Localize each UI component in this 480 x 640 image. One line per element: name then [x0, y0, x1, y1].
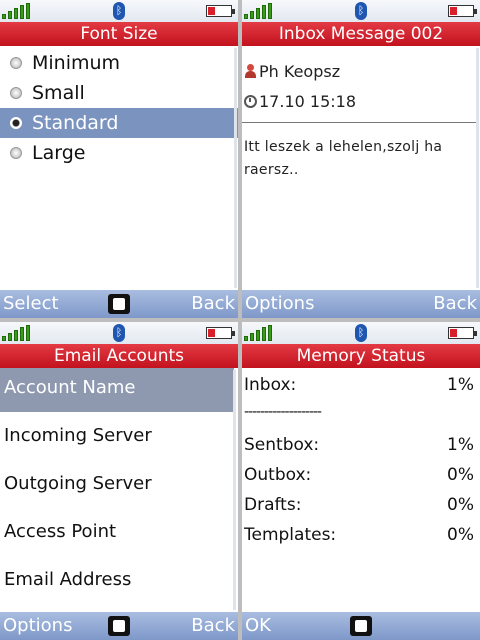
back-softkey[interactable]: Back — [191, 290, 235, 318]
select-softkey[interactable]: Select — [3, 290, 59, 318]
back-softkey[interactable]: Back — [433, 290, 477, 318]
memory-value: 1% — [447, 435, 474, 455]
memory-label: Sentbox: — [244, 435, 320, 455]
memory-value: 0% — [447, 525, 474, 545]
access-point-item[interactable]: Access Point — [0, 512, 234, 556]
person-icon — [244, 64, 257, 78]
bluetooth-icon: ᛒ — [355, 324, 367, 342]
center-key-icon[interactable] — [350, 616, 372, 636]
separator-line: ------------------- — [244, 404, 322, 420]
memory-value: 1% — [447, 375, 474, 395]
bluetooth-icon: ᛒ — [355, 2, 367, 20]
option-label: Standard — [32, 112, 119, 134]
memory-row-sentbox: Sentbox: 1% — [244, 430, 474, 460]
status-bar: ᛒ — [242, 322, 480, 344]
sender-line: Ph Keopsz — [244, 62, 340, 81]
email-address-item[interactable]: Email Address — [0, 560, 234, 604]
memory-row-drafts: Drafts: 0% — [244, 490, 474, 520]
clock-icon — [244, 95, 257, 108]
phone-screens-grid: ᛒ Font Size Minimum Small Standard Large — [0, 0, 480, 640]
memory-value: 0% — [447, 495, 474, 515]
status-bar: ᛒ — [0, 322, 238, 344]
radio-icon — [10, 87, 22, 99]
memory-row-inbox: Inbox: 1% — [244, 370, 474, 400]
softkey-bar: OK — [242, 612, 480, 640]
options-softkey[interactable]: Options — [245, 290, 314, 318]
option-label: Large — [32, 142, 86, 164]
battery-icon — [448, 5, 477, 17]
radio-icon — [10, 57, 22, 69]
sender-name: Ph Keopsz — [259, 62, 341, 81]
softkey-bar: Select Back — [0, 290, 238, 318]
email-accounts-screen: ᛒ Email Accounts Account Name Incoming S… — [0, 322, 238, 640]
option-label: Minimum — [32, 52, 121, 74]
center-key-icon[interactable] — [108, 294, 130, 314]
signal-strength-icon — [2, 325, 36, 341]
memory-label: Outbox: — [244, 465, 312, 485]
screen-title: Inbox Message 002 — [242, 22, 480, 46]
screen-title: Memory Status — [242, 344, 480, 368]
option-minimum[interactable]: Minimum — [0, 48, 238, 78]
incoming-server-item[interactable]: Incoming Server — [0, 416, 234, 460]
memory-row-outbox: Outbox: 0% — [244, 460, 474, 490]
scrollbar[interactable] — [476, 48, 479, 288]
option-small[interactable]: Small — [0, 78, 238, 108]
outgoing-server-item[interactable]: Outgoing Server — [0, 464, 234, 508]
signal-strength-icon — [244, 3, 278, 19]
softkey-bar: Options Back — [242, 290, 480, 318]
memory-label: Templates: — [244, 525, 337, 545]
battery-icon — [448, 327, 477, 339]
ok-softkey[interactable]: OK — [245, 612, 271, 640]
datetime-line: 17.10 15:18 — [244, 92, 356, 111]
radio-icon — [10, 147, 22, 159]
bluetooth-icon: ᛒ — [113, 2, 125, 20]
options-softkey[interactable]: Options — [3, 612, 72, 640]
memory-label: Drafts: — [244, 495, 302, 515]
status-bar: ᛒ — [0, 0, 238, 22]
option-label: Small — [32, 82, 85, 104]
message-datetime: 17.10 15:18 — [259, 92, 356, 111]
back-softkey[interactable]: Back — [191, 612, 235, 640]
screen-title: Email Accounts — [0, 344, 238, 368]
status-bar: ᛒ — [242, 0, 480, 22]
battery-icon — [206, 5, 235, 17]
signal-strength-icon — [2, 3, 36, 19]
memory-label: Inbox: — [244, 375, 297, 395]
font-size-options: Minimum Small Standard Large — [0, 48, 238, 168]
option-standard[interactable]: Standard — [0, 108, 238, 138]
option-large[interactable]: Large — [0, 138, 238, 168]
scrollbar[interactable] — [234, 48, 237, 288]
memory-status-screen: ᛒ Memory Status Inbox: 1% --------------… — [242, 322, 480, 640]
inbox-message-screen: ᛒ Inbox Message 002 Ph Keopsz 17.10 15:1… — [242, 0, 480, 318]
screen-title: Font Size — [0, 22, 238, 46]
signal-strength-icon — [244, 325, 278, 341]
memory-value: 0% — [447, 465, 474, 485]
memory-row-templates: Templates: 0% — [244, 520, 474, 550]
center-key-icon[interactable] — [108, 616, 130, 636]
softkey-bar: Options Back — [0, 612, 238, 640]
scrollbar[interactable] — [233, 370, 236, 610]
divider — [242, 122, 476, 123]
bluetooth-icon: ᛒ — [113, 324, 125, 342]
battery-icon — [206, 327, 235, 339]
account-name-item[interactable]: Account Name — [0, 368, 234, 412]
message-body: Itt leszek a lehelen,szolj ha raersz.. — [244, 139, 443, 178]
font-size-screen: ᛒ Font Size Minimum Small Standard Large — [0, 0, 238, 318]
radio-selected-icon — [10, 117, 22, 129]
